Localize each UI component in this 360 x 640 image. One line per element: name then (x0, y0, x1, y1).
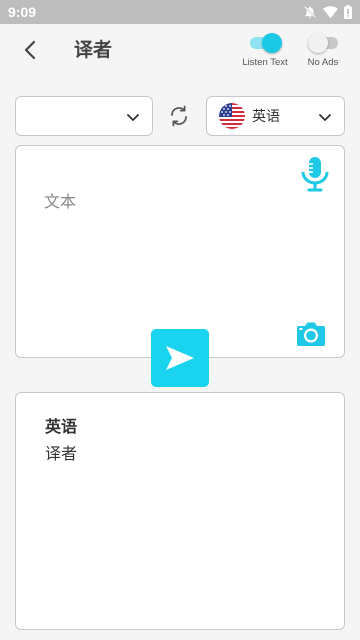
switch-thumb (262, 33, 282, 53)
page-title: 译者 (74, 39, 113, 61)
chevron-down-icon (319, 114, 331, 121)
status-icons (303, 5, 352, 19)
target-language-label: 英语 (252, 109, 280, 125)
app-bar: 译者 Listen Text No Ads (0, 24, 360, 76)
microphone-button[interactable] (300, 156, 330, 192)
target-language-select[interactable]: 英语 (206, 96, 345, 136)
text-input-placeholder[interactable]: 文本 (44, 188, 76, 212)
swap-icon (171, 105, 187, 127)
notifications-off-icon (304, 6, 316, 18)
source-language-select[interactable] (15, 96, 153, 136)
output-card: 英语 译者 (15, 392, 345, 630)
us-flag-icon (219, 103, 245, 129)
microphone-icon (301, 157, 329, 192)
output-translation-text: 译者 (45, 444, 78, 463)
wifi-icon (323, 5, 338, 18)
send-icon (166, 346, 194, 370)
status-time: 9:09 (8, 4, 37, 20)
chevron-left-icon (24, 40, 36, 60)
translate-send-button[interactable] (151, 329, 209, 387)
input-card[interactable]: 文本 (15, 145, 345, 358)
battery-icon (344, 5, 352, 19)
no-ads-toggle-group: No Ads (302, 32, 344, 68)
chevron-down-icon (127, 114, 139, 121)
output-language-label: 英语 (45, 417, 78, 436)
swap-languages-button[interactable] (167, 104, 191, 128)
listen-text-switch[interactable] (250, 32, 282, 53)
no-ads-label: No Ads (307, 57, 339, 68)
no-ads-switch[interactable] (308, 32, 338, 53)
listen-text-label: Listen Text (242, 57, 288, 68)
camera-button[interactable] (296, 321, 326, 347)
status-bar: 9:09 (0, 0, 360, 24)
camera-icon (297, 322, 325, 346)
listen-text-toggle-group: Listen Text (236, 32, 294, 68)
back-button[interactable] (16, 36, 44, 64)
language-row: 英语 (15, 96, 345, 136)
switch-thumb (308, 33, 328, 53)
